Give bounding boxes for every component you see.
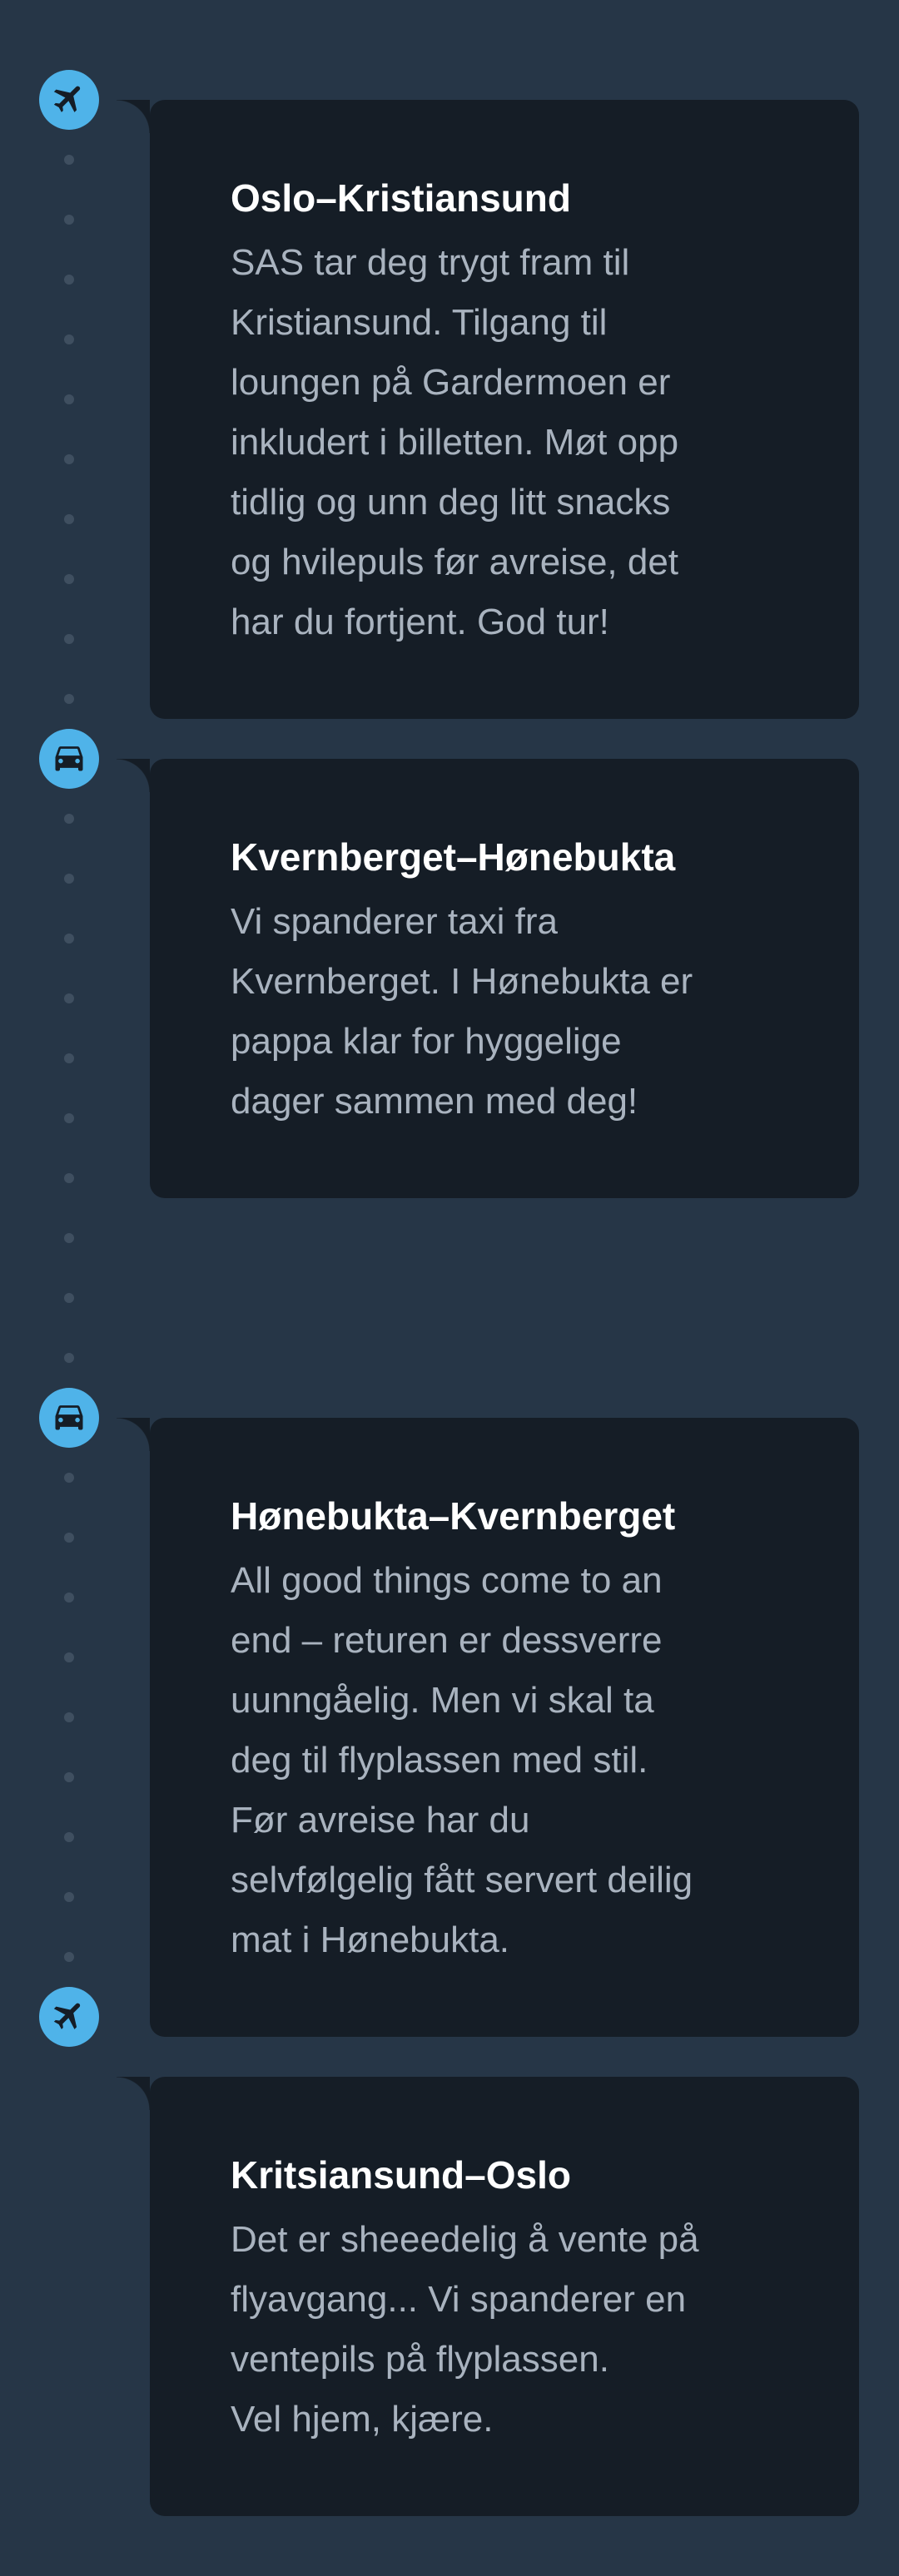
timeline-dot [64,1593,74,1603]
leg-2-marker [39,729,99,789]
leg-card-1: Oslo–Kristiansund SAS tar deg trygt fram… [117,100,859,719]
car-icon [51,1398,87,1439]
timeline-dot [64,814,74,824]
timeline-dot [64,874,74,884]
leg-4-marker [39,1987,99,2047]
timeline-dot [64,155,74,165]
timeline-dot [64,275,74,285]
airplane-icon [51,80,87,121]
car-icon [51,739,87,780]
timeline-dot [64,514,74,524]
leg-description: SAS tar deg trygt fram til Kristiansund.… [231,242,679,642]
leg-card-3: Hønebukta–Kvernberget All good things co… [117,1418,859,2037]
leg-title: Kvernberget–Hønebukta [231,835,676,879]
timeline-dot [64,1053,74,1063]
timeline-dot [64,934,74,944]
leg-3-marker [39,1388,99,1448]
airplane-icon [51,1997,87,2038]
leg-title: Hønebukta–Kvernberget [231,1494,676,1538]
timeline-dot [64,1952,74,1962]
timeline-dot [64,334,74,344]
leg-description: Vi spanderer taxi fra Kvernberget. I Høn… [231,901,693,1122]
timeline-dot [64,215,74,225]
timeline-dot [64,574,74,584]
timeline-dot [64,454,74,464]
timeline-dot [64,1173,74,1183]
timeline-dot [64,634,74,644]
leg-description: All good things come to an end – returen… [231,1560,693,1960]
leg-card-2: Kvernberget–Hønebukta Vi spanderer taxi … [117,759,859,1198]
timeline-dot [64,1533,74,1543]
leg-card-4: Kritsiansund–Oslo Det er sheeedelig å ve… [117,2077,859,2516]
timeline-dot [64,1832,74,1842]
leg-description: Det er sheeedelig å vente på flyavgang..… [231,2219,699,2440]
timeline-dot [64,394,74,404]
leg-title: Oslo–Kristiansund [231,176,571,220]
timeline-dot [64,993,74,1003]
timeline-dot [64,694,74,704]
timeline-dot [64,1293,74,1303]
timeline-dot [64,1892,74,1902]
timeline: Oslo–Kristiansund SAS tar deg trygt fram… [0,0,899,2576]
timeline-dot [64,1113,74,1123]
timeline-dot [64,1233,74,1243]
timeline-dot [64,1652,74,1662]
timeline-dot [64,1772,74,1782]
timeline-dot [64,1353,74,1363]
timeline-dot [64,1473,74,1483]
leg-1-marker [39,70,99,130]
leg-title: Kritsiansund–Oslo [231,2153,571,2197]
timeline-dot [64,1712,74,1722]
